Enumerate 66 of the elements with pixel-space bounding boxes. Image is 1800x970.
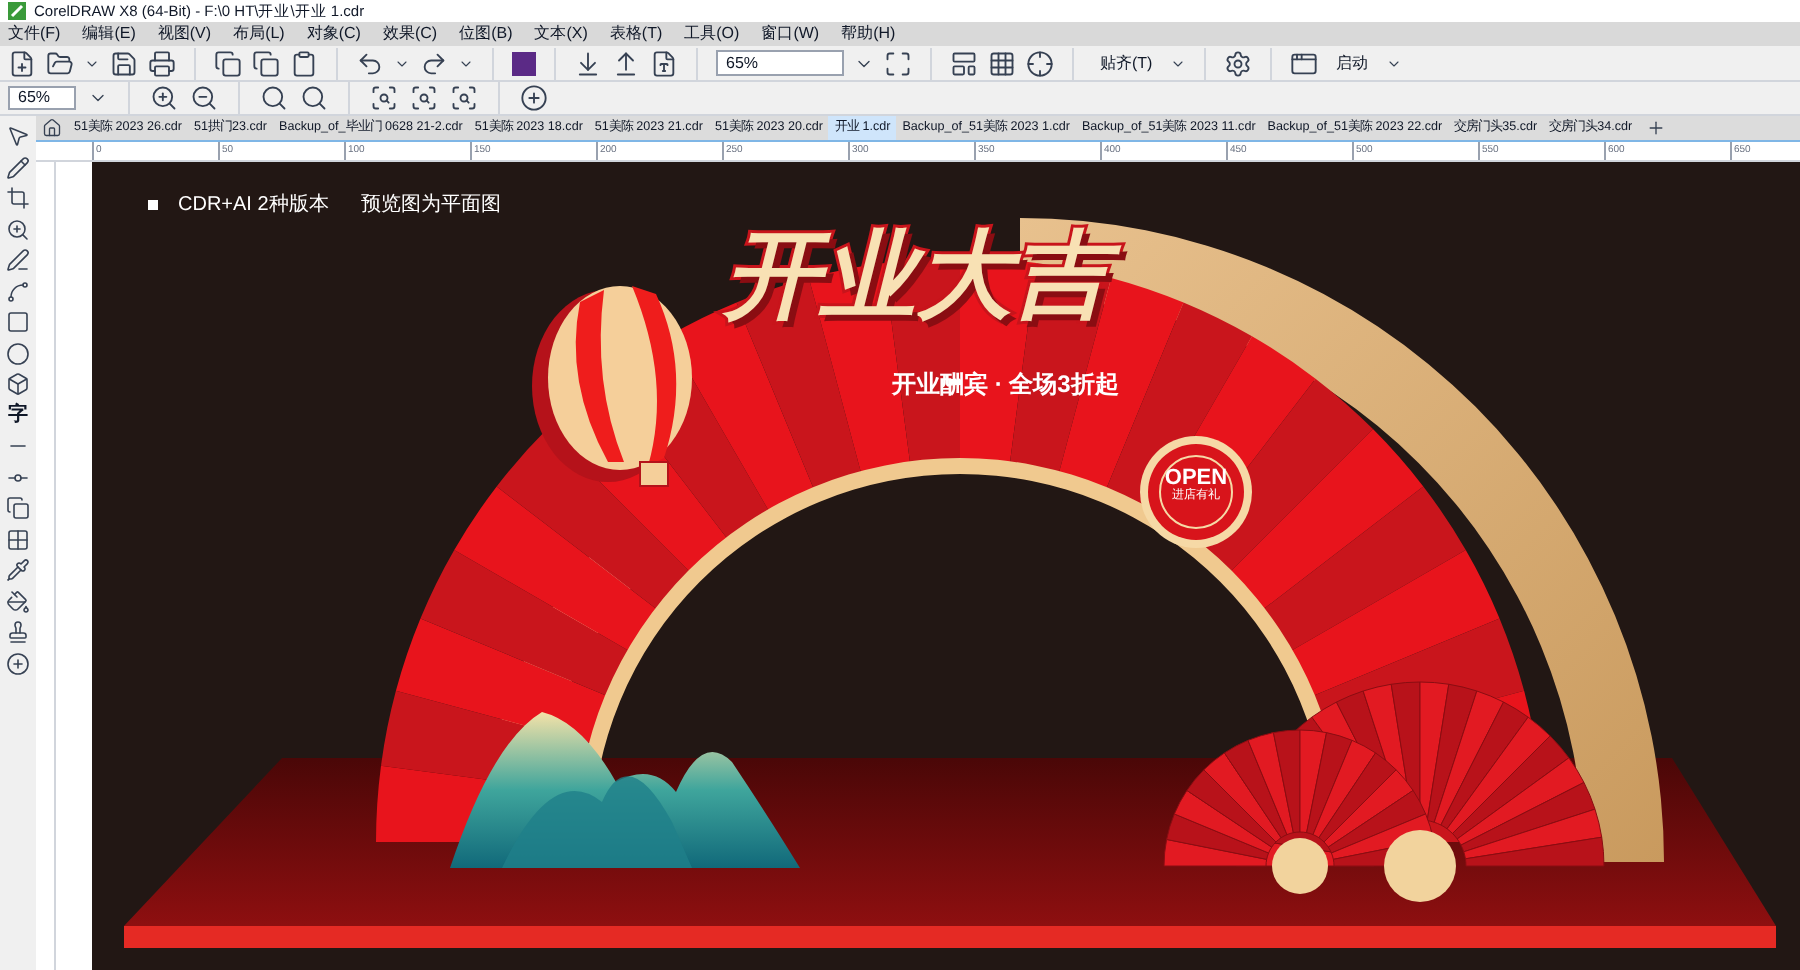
ellipse-tool-icon[interactable]	[6, 341, 30, 365]
freehand-tool-icon[interactable]	[6, 248, 30, 272]
add-tool-icon	[6, 651, 30, 675]
rectangle-tool-icon[interactable]	[6, 310, 30, 334]
zoom-level-field[interactable]: 65%	[716, 50, 844, 76]
launch-button[interactable]: 启动	[1328, 51, 1377, 75]
rulers-icon[interactable]	[950, 49, 978, 77]
settings-icon[interactable]	[1224, 49, 1253, 77]
menu-item[interactable]: 文本(X)	[534, 22, 588, 46]
object-marker-icon	[148, 200, 158, 210]
transparency-tool-icon[interactable]	[6, 527, 30, 551]
shape-tool-icon[interactable]	[6, 155, 30, 179]
menu-item[interactable]: 帮助(H)	[841, 22, 896, 46]
zoom-in-icon[interactable]	[150, 84, 178, 112]
eyedropper-tool-icon[interactable]	[6, 558, 30, 582]
paste-icon[interactable]	[290, 49, 318, 77]
curve-tool-icon[interactable]	[6, 279, 30, 303]
new-document-icon[interactable]	[8, 49, 36, 77]
export-icon[interactable]	[612, 49, 640, 77]
add-tab-icon[interactable]	[1646, 118, 1667, 138]
menu-item[interactable]: 视图(V)	[157, 22, 212, 46]
open-folder-icon[interactable]	[46, 49, 74, 77]
zoom-height-icon[interactable]	[450, 84, 478, 112]
menu-item[interactable]: 表格(T)	[609, 22, 663, 46]
menu-item[interactable]: 位图(B)	[459, 22, 513, 46]
undo-icon[interactable]	[356, 49, 384, 77]
zoom-all-icon[interactable]	[300, 84, 328, 112]
print-icon[interactable]	[148, 49, 176, 77]
menu-item[interactable]: 窗口(W)	[761, 22, 820, 46]
copy-icon[interactable]	[252, 49, 280, 77]
menu-item[interactable]: 对象(C)	[306, 22, 361, 46]
application-launcher-icon[interactable]	[1290, 49, 1319, 77]
menu-item[interactable]: 文件(F)	[8, 22, 61, 46]
zoom-page-icon[interactable]	[370, 84, 398, 112]
add-icon	[520, 84, 548, 112]
menu-item[interactable]: 工具(O)	[684, 22, 740, 46]
guidelines-icon[interactable]	[1026, 49, 1054, 77]
open-label: OPEN	[1164, 468, 1228, 490]
menu-item[interactable]: 效果(C)	[382, 22, 438, 46]
snap-to-button[interactable]: 贴齐(T)	[1092, 51, 1161, 75]
object-tool-icon[interactable]	[6, 372, 30, 396]
menu-item[interactable]: 编辑(E)	[82, 22, 136, 46]
search-content-icon[interactable]	[512, 51, 536, 75]
full-screen-icon[interactable]	[884, 49, 912, 77]
shadow-tool-icon[interactable]	[6, 496, 30, 520]
home-icon[interactable]	[42, 118, 62, 138]
fill-tool-icon[interactable]	[6, 589, 30, 613]
zoom-width-icon[interactable]	[410, 84, 438, 112]
preview-note: 预览图为平面图	[360, 191, 501, 220]
zoom-tool-icon[interactable]	[6, 217, 30, 241]
menu-item[interactable]: 布局(L)	[233, 22, 285, 46]
publish-pdf-icon[interactable]	[650, 49, 678, 77]
crop-tool-icon[interactable]	[6, 186, 30, 210]
promo-subline: 开业酬宾 · 全场3折起	[892, 368, 1119, 402]
zoom-out-icon[interactable]	[190, 84, 218, 112]
save-icon[interactable]	[110, 49, 138, 77]
smart-fill-tool-icon[interactable]	[6, 620, 30, 644]
pointer-tool-icon[interactable]	[6, 124, 30, 148]
open-badge-drawing	[1140, 436, 1252, 548]
zoom-selected-icon[interactable]	[260, 84, 288, 112]
redo-icon[interactable]	[420, 49, 448, 77]
grid-icon[interactable]	[988, 49, 1016, 77]
text-tool[interactable]: 字	[8, 403, 28, 427]
zoom-level-field[interactable]: 65%	[8, 86, 76, 110]
version-note: CDR+AI 2种版本	[178, 191, 329, 220]
import-icon[interactable]	[574, 49, 602, 77]
